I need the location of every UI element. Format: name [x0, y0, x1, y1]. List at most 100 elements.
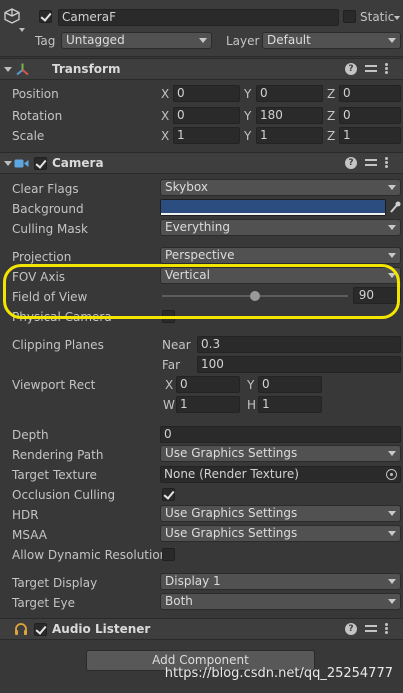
far-field[interactable]: 100: [197, 356, 401, 373]
audio-listener-header[interactable]: Audio Listener ?: [0, 618, 403, 640]
tag-value: Untagged: [66, 33, 125, 47]
object-picker-icon[interactable]: [386, 469, 397, 480]
layer-dropdown[interactable]: Default: [262, 32, 401, 49]
target-display-dropdown[interactable]: Display 1: [160, 573, 401, 590]
chevron-down-icon: [388, 531, 396, 536]
viewport-y-field[interactable]: 0: [258, 376, 322, 393]
occlusion-culling-label: Occlusion Culling: [12, 488, 116, 502]
transform-header[interactable]: Transform ?: [0, 58, 403, 80]
msaa-dropdown[interactable]: Use Graphics Settings: [160, 525, 401, 542]
culling-mask-value: Everything: [165, 220, 230, 234]
target-display-value: Display 1: [165, 574, 221, 588]
occlusion-culling-toggle[interactable]: [162, 488, 175, 501]
target-texture-label: Target Texture: [12, 468, 97, 482]
static-dropdown-arrow[interactable]: [394, 16, 400, 20]
watermark: https://blog.csdn.net/qq_25254777: [164, 666, 393, 681]
background-label: Background: [12, 202, 84, 216]
target-eye-dropdown[interactable]: Both: [160, 593, 401, 610]
rotation-y-field[interactable]: 180: [256, 107, 323, 124]
scale-x-label[interactable]: X: [161, 129, 169, 143]
fov-axis-label: FOV Axis: [12, 270, 66, 284]
camera-title: Camera: [52, 156, 104, 170]
help-icon[interactable]: ?: [345, 63, 357, 75]
fov-slider[interactable]: [162, 288, 348, 304]
physical-camera-toggle[interactable]: [162, 310, 175, 323]
tag-dropdown[interactable]: Untagged: [61, 32, 212, 49]
scale-y-label[interactable]: Y: [244, 129, 251, 143]
rotation-label: Rotation: [12, 109, 63, 123]
fov-slider-handle[interactable]: [250, 291, 260, 301]
target-texture-field[interactable]: None (Render Texture): [160, 466, 401, 483]
scale-x-field[interactable]: 1: [173, 127, 240, 144]
position-y-field[interactable]: 0: [256, 85, 323, 102]
dynamic-resolution-toggle[interactable]: [162, 548, 175, 561]
scale-y-field[interactable]: 1: [256, 127, 323, 144]
help-icon[interactable]: ?: [345, 623, 357, 635]
camera-enabled-toggle[interactable]: [34, 157, 47, 170]
context-menu-icon[interactable]: [385, 157, 389, 169]
near-label[interactable]: Near: [162, 338, 191, 352]
foldout-arrow-icon[interactable]: [4, 67, 12, 72]
add-component-label: Add Component: [152, 653, 249, 667]
chevron-down-icon: [388, 273, 396, 278]
viewport-w-field[interactable]: 1: [176, 396, 240, 413]
fov-value-field[interactable]: 90: [353, 287, 401, 304]
chevron-down-icon[interactable]: [19, 28, 25, 32]
static-toggle[interactable]: [343, 10, 356, 23]
rotation-y-label[interactable]: Y: [244, 109, 251, 123]
eyedropper-icon[interactable]: [389, 200, 401, 214]
chevron-down-icon: [388, 225, 396, 230]
dynamic-resolution-label: Allow Dynamic Resolution: [12, 548, 168, 562]
object-header: CameraF Static Tag Untagged Layer Defaul…: [0, 0, 403, 57]
far-label[interactable]: Far: [162, 358, 180, 372]
viewport-x-field[interactable]: 0: [176, 376, 240, 393]
viewport-w-label[interactable]: W: [163, 398, 175, 412]
rotation-z-label[interactable]: Z: [327, 109, 335, 123]
camera-header[interactable]: Camera ?: [0, 152, 403, 174]
context-menu-icon[interactable]: [385, 63, 389, 75]
rotation-x-field[interactable]: 0: [173, 107, 240, 124]
header-icons: ?: [345, 623, 395, 637]
clear-flags-dropdown[interactable]: Skybox: [160, 179, 401, 196]
presets-icon[interactable]: [365, 157, 377, 169]
chevron-down-icon: [388, 579, 396, 584]
projection-dropdown[interactable]: Perspective: [160, 247, 401, 264]
scale-z-field[interactable]: 1: [339, 127, 401, 144]
background-color-field[interactable]: [160, 199, 386, 216]
viewport-x-label[interactable]: X: [165, 378, 173, 392]
viewport-y-label[interactable]: Y: [247, 378, 254, 392]
chevron-down-icon: [388, 451, 396, 456]
chevron-down-icon: [388, 599, 396, 604]
fov-axis-dropdown[interactable]: Vertical: [160, 267, 401, 284]
rotation-z-field[interactable]: 0: [339, 107, 401, 124]
position-x-field[interactable]: 0: [173, 85, 240, 102]
viewport-h-field[interactable]: 1: [258, 396, 322, 413]
near-field[interactable]: 0.3: [197, 336, 401, 353]
audio-listener-title: Audio Listener: [52, 622, 151, 636]
scale-z-label[interactable]: Z: [327, 129, 335, 143]
depth-field[interactable]: 0: [160, 426, 401, 443]
culling-mask-dropdown[interactable]: Everything: [160, 219, 401, 236]
layer-value: Default: [267, 33, 311, 47]
position-z-field[interactable]: 0: [339, 85, 401, 102]
context-menu-icon[interactable]: [385, 623, 389, 635]
foldout-arrow-icon[interactable]: [4, 161, 12, 166]
target-texture-value: None (Render Texture): [164, 467, 299, 481]
header-icons: ?: [345, 157, 395, 171]
chevron-down-icon: [388, 185, 396, 190]
presets-icon[interactable]: [365, 623, 377, 635]
rotation-x-label[interactable]: X: [161, 109, 169, 123]
active-toggle[interactable]: [39, 10, 52, 23]
presets-icon[interactable]: [365, 63, 377, 75]
hdr-dropdown[interactable]: Use Graphics Settings: [160, 505, 401, 522]
position-y-label[interactable]: Y: [244, 87, 251, 101]
object-name-field[interactable]: CameraF: [58, 9, 339, 26]
viewport-h-label[interactable]: H: [247, 398, 256, 412]
target-eye-value: Both: [165, 594, 193, 608]
position-x-label[interactable]: X: [161, 87, 169, 101]
position-z-label[interactable]: Z: [327, 87, 335, 101]
help-icon[interactable]: ?: [345, 157, 357, 169]
audio-listener-enabled-toggle[interactable]: [34, 623, 47, 636]
rendering-path-dropdown[interactable]: Use Graphics Settings: [160, 445, 401, 462]
viewport-rect-label: Viewport Rect: [12, 378, 96, 392]
